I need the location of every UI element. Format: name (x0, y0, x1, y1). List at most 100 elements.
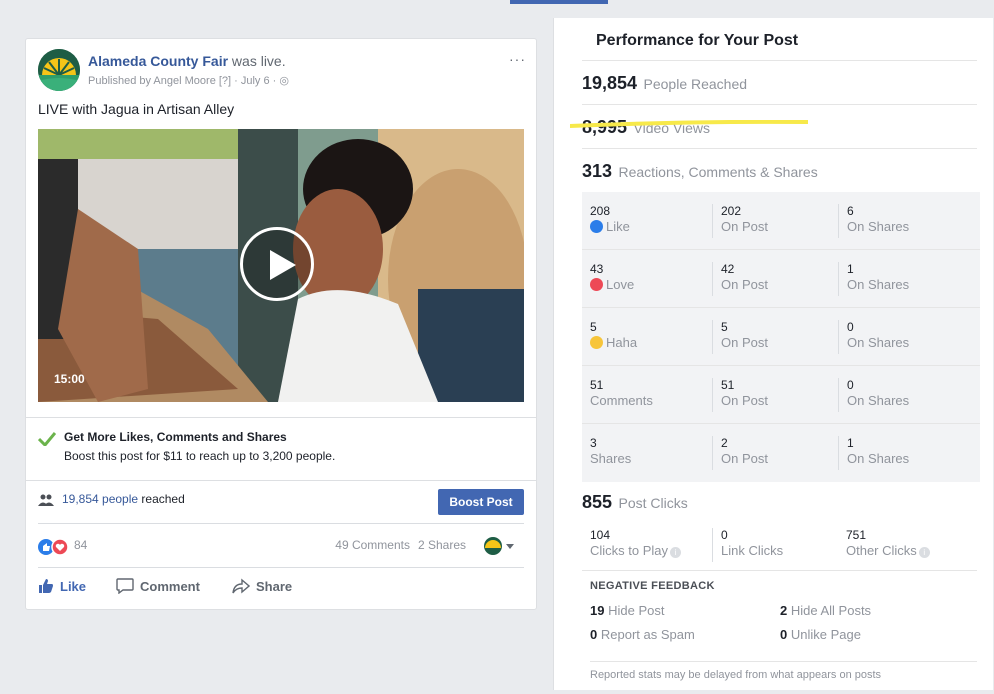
comments-total: 51 (590, 378, 604, 392)
haha-on-shares-cell: 0 On Shares (838, 320, 962, 354)
like-label: Like (60, 579, 87, 594)
hide-all-posts-stat: 2 Hide All Posts (780, 603, 871, 618)
haha-on-post-cell: 5 On Post (712, 320, 836, 354)
clicks-breakdown: 104 Clicks to Play i 0 Link Clicks 751 Ot… (582, 524, 980, 570)
checkmark-icon (38, 432, 56, 446)
hide-all-posts-value: 2 (780, 603, 788, 618)
page-selector-icon[interactable] (482, 536, 516, 556)
was-live-text: was live. (231, 53, 286, 69)
boost-post-button[interactable]: Boost Post (438, 489, 524, 515)
more-options-icon[interactable]: ··· (509, 51, 526, 67)
people-reached-value: 19,854 (582, 73, 638, 93)
engagement-breakdown: 208 Like 202 On Post 6 On Shares 43 Love… (582, 192, 980, 482)
share-label: Share (256, 579, 293, 594)
shares-on-post-cell: 2 On Post (712, 436, 836, 470)
on-post-label: On Post (721, 219, 768, 234)
engagement-row: 313 Reactions, Comments & Shares (582, 148, 977, 192)
post-clicks-value: 855 (582, 492, 613, 512)
share-button[interactable]: Share (232, 578, 292, 594)
on-shares-label: On Shares (847, 277, 910, 292)
love-name: Love (606, 277, 635, 292)
like-total-cell: 208 Like (582, 204, 706, 234)
on-shares-label: On Shares (847, 335, 910, 350)
info-icon[interactable]: i (670, 547, 682, 558)
haha-name: Haha (606, 335, 638, 350)
video-player[interactable]: 15:00 (38, 129, 524, 402)
on-post-label: On Post (721, 277, 768, 292)
video-duration: 15:00 (54, 372, 85, 386)
report-spam-stat: 0 Report as Spam (590, 627, 695, 642)
love-on-shares-cell: 1 On Shares (838, 262, 962, 296)
love-total: 43 (590, 262, 604, 276)
shares-total-cell: 3 Shares (582, 436, 706, 466)
play-button[interactable] (240, 227, 314, 301)
on-post-label: On Post (721, 393, 768, 408)
comments-count-link[interactable]: 49 Comments (335, 538, 410, 552)
reaction-count[interactable]: 84 (74, 538, 87, 552)
share-icon (232, 578, 250, 594)
reach-suffix: reached (138, 492, 185, 506)
published-by-text: Published by Angel Moore [?] · July 6 · (88, 75, 277, 87)
shares-total: 3 (590, 436, 597, 450)
people-reached-row: 19,854 People Reached (582, 60, 977, 104)
shares-name: Shares (590, 451, 632, 466)
other-clicks-cell: 751 Other Clicks i (838, 528, 962, 562)
like-on-post: 202 (721, 204, 742, 218)
post-header: Alameda County Fair was live. Published … (38, 49, 526, 97)
page-name-link[interactable]: Alameda County Fair (88, 53, 228, 69)
on-shares-label: On Shares (847, 451, 910, 466)
comments-shares: 49 Comments 2 Shares (335, 538, 466, 552)
like-button[interactable]: Like (38, 578, 86, 594)
performance-title: Performance for Your Post (596, 32, 799, 49)
haha-total-cell: 5 Haha (582, 320, 706, 350)
on-post-label: On Post (721, 451, 768, 466)
haha-reaction-icon (590, 336, 603, 349)
like-name: Like (606, 219, 630, 234)
reach-text: 19,854 people reached (62, 492, 185, 506)
globe-icon: ◎ (279, 75, 289, 87)
comment-button[interactable]: Comment (116, 578, 200, 594)
stats-delay-note: Reported stats may be delayed from what … (590, 661, 977, 681)
comments-on-post-cell: 51 On Post (712, 378, 836, 412)
comments-on-shares-cell: 0 On Shares (838, 378, 962, 412)
comments-on-shares: 0 (847, 378, 854, 392)
shares-on-shares-cell: 1 On Shares (838, 436, 962, 470)
love-reaction-icon (590, 278, 603, 291)
page-avatar[interactable] (38, 49, 80, 91)
boost-suggestion: Get More Likes, Comments and Shares Boos… (26, 417, 536, 481)
post-stats-row: 84 49 Comments 2 Shares (38, 523, 524, 563)
haha-total: 5 (590, 320, 597, 334)
post-clicks-label: Post Clicks (618, 495, 688, 511)
top-nav-active-indicator (510, 0, 608, 4)
shares-on-shares: 1 (847, 436, 854, 450)
people-icon (38, 494, 54, 506)
performance-panel: Performance for Your Post 19,854 People … (553, 18, 993, 690)
reach-row: 19,854 people reached Boost Post (38, 487, 524, 519)
hide-post-value: 19 (590, 603, 605, 618)
engagement-value: 313 (582, 161, 613, 181)
on-post-label: On Post (721, 335, 768, 350)
reactions-icon[interactable] (38, 538, 72, 556)
like-on-shares: 6 (847, 204, 854, 218)
engagement-label: Reactions, Comments & Shares (618, 164, 818, 180)
clicks-to-play-value: 104 (590, 528, 611, 542)
highlighter-mark (570, 120, 808, 128)
like-on-shares-cell: 6 On Shares (838, 204, 962, 238)
love-on-shares: 1 (847, 262, 854, 276)
info-icon[interactable]: i (918, 547, 930, 558)
hide-post-label: Hide Post (608, 603, 665, 618)
comment-label: Comment (140, 579, 200, 594)
published-by-line: Published by Angel Moore [?] · July 6 · … (88, 74, 289, 87)
comments-on-post: 51 (721, 378, 735, 392)
post-card: Alameda County Fair was live. Published … (25, 38, 537, 610)
reach-count-link[interactable]: 19,854 people (62, 492, 138, 506)
report-spam-value: 0 (590, 627, 598, 642)
shares-on-post: 2 (721, 436, 728, 450)
post-clicks-row: 855 Post Clicks (582, 482, 977, 526)
love-on-post: 42 (721, 262, 735, 276)
shares-count-link[interactable]: 2 Shares (418, 538, 466, 552)
haha-on-shares: 0 (847, 320, 854, 334)
comments-total-cell: 51 Comments (582, 378, 706, 408)
hide-all-posts-label: Hide All Posts (790, 603, 872, 618)
report-spam-label: Report as Spam (600, 627, 695, 642)
